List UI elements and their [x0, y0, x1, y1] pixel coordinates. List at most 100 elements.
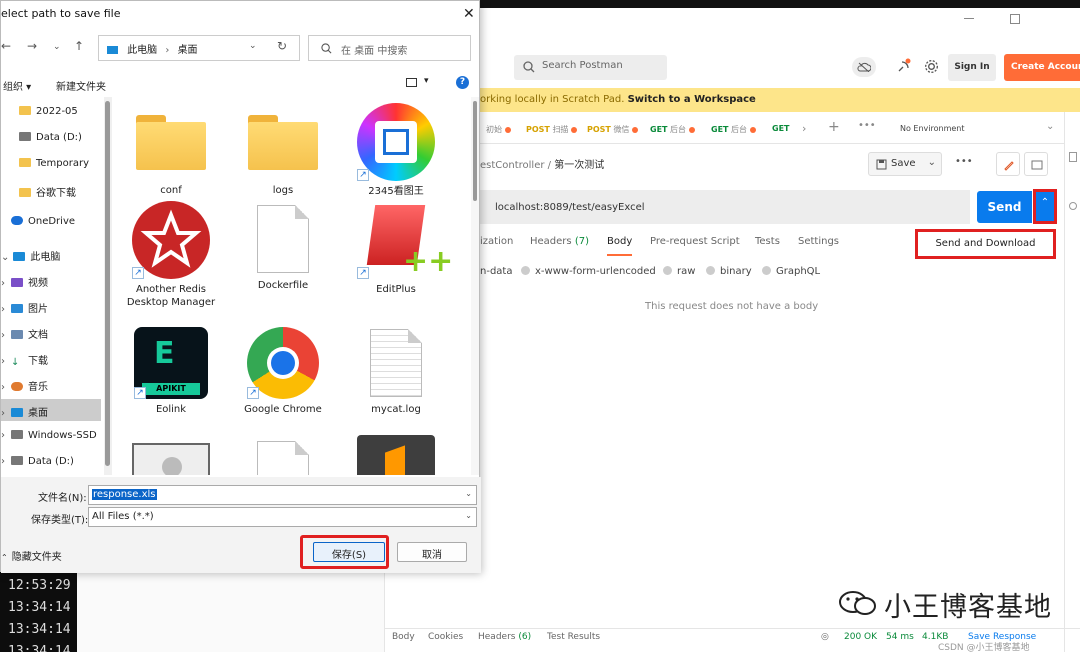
satellite-icon[interactable]: [896, 58, 912, 74]
sidebar-item-temporary[interactable]: Temporary: [1, 153, 101, 175]
gear-icon[interactable]: [924, 59, 939, 74]
request-tab[interactable]: GET: [772, 124, 790, 133]
navigation-scrollbar-thumb[interactable]: [105, 101, 110, 466]
file-item-conf[interactable]: conf: [116, 115, 226, 197]
request-tab[interactable]: GET 后台: [711, 124, 757, 135]
sidebar-item-downloads[interactable]: › ↓ 下载: [1, 347, 101, 369]
new-tab-icon[interactable]: +: [828, 119, 840, 135]
documentation-icon[interactable]: [1069, 152, 1077, 162]
info-icon[interactable]: [1069, 202, 1077, 210]
chevron-down-icon[interactable]: ▾: [424, 76, 429, 86]
file-item-dockerfile[interactable]: Dockerfile: [228, 205, 338, 292]
organize-menu[interactable]: 组织 ▾: [3, 78, 31, 93]
address-bar[interactable]: 此电脑 › 桌面 ⌄ ↻: [98, 35, 300, 61]
tab-pre-request-script[interactable]: Pre-request Script: [650, 236, 740, 247]
chevron-down-icon[interactable]: ⌄: [249, 41, 257, 51]
sidebar-item-2022-05[interactable]: 2022-05: [1, 101, 101, 123]
send-options-chevron-icon[interactable]: ⌃: [1033, 189, 1057, 224]
sidebar-item-documents[interactable]: › 文档: [1, 321, 101, 343]
response-tab-test-results[interactable]: Test Results: [547, 632, 600, 642]
url-input[interactable]: localhost:8089/test/easyExcel: [480, 190, 970, 224]
request-tab[interactable]: POST 微信: [587, 124, 639, 135]
create-account-button[interactable]: Create Account: [1004, 54, 1080, 81]
sidebar-item-windows-ssd[interactable]: › Windows-SSD: [1, 425, 101, 447]
file-item-settings-app[interactable]: [116, 443, 226, 475]
breadcrumb-collection[interactable]: estController: [480, 160, 544, 171]
sign-in-button[interactable]: Sign In: [948, 54, 996, 81]
sidebar-item-videos[interactable]: › 视频: [1, 269, 101, 291]
hide-folders-toggle[interactable]: ⌃ 隐藏文件夹: [1, 548, 62, 563]
environment-select[interactable]: No Environment: [900, 124, 965, 133]
folder-icon: [19, 188, 31, 197]
tab-tests[interactable]: Tests: [755, 236, 780, 247]
sidebar-item-desktop[interactable]: › 桌面: [1, 399, 101, 421]
new-folder-button[interactable]: 新建文件夹: [56, 78, 106, 93]
request-tab[interactable]: GET 后台: [650, 124, 696, 135]
tab-settings[interactable]: Settings: [798, 236, 839, 247]
file-item-2345-viewer[interactable]: ↗ 2345看图王: [341, 103, 451, 198]
tab-authorization[interactable]: ization: [480, 236, 513, 247]
globe-icon[interactable]: ◎: [821, 632, 829, 642]
chevron-down-icon[interactable]: ⌄: [465, 489, 472, 498]
body-option-urlencoded[interactable]: x-www-form-urlencoded: [521, 266, 656, 277]
breadcrumb-segment[interactable]: 桌面: [178, 45, 198, 56]
file-item-logs[interactable]: logs: [228, 115, 338, 197]
more-options-icon[interactable]: •••: [955, 156, 973, 167]
file-item-editplus[interactable]: ++ ↗ EditPlus: [341, 201, 453, 296]
save-request-button[interactable]: Save ⌄: [868, 152, 942, 176]
chevron-right-icon[interactable]: ›: [802, 122, 806, 135]
response-tab-cookies[interactable]: Cookies: [428, 632, 463, 642]
body-option-form-data[interactable]: n-data: [480, 266, 512, 277]
chevron-down-icon[interactable]: ⌄: [1046, 121, 1054, 132]
file-item-another-redis[interactable]: ↗ Another Redis Desktop Manager: [116, 201, 226, 309]
file-item-eolink[interactable]: E APIKIT ↗ Eolink: [116, 327, 226, 416]
sidebar-item-chrome-downloads[interactable]: 谷歌下载: [1, 179, 101, 201]
request-tab[interactable]: 初始: [486, 124, 511, 135]
chevron-down-icon[interactable]: ⌄: [465, 511, 472, 520]
back-arrow-icon[interactable]: ←: [1, 39, 11, 53]
cancel-button[interactable]: 取消: [397, 542, 467, 562]
switch-workspace-link[interactable]: Switch to a Workspace: [628, 94, 756, 105]
save-button[interactable]: 保存(S): [313, 542, 385, 562]
sidebar-item-pictures[interactable]: › 图片: [1, 295, 101, 317]
chevron-down-icon[interactable]: ⌄: [53, 42, 61, 52]
filetype-select[interactable]: All Files (*.*) ⌄: [88, 507, 477, 527]
body-option-binary[interactable]: binary: [706, 266, 752, 277]
edit-icon[interactable]: [996, 152, 1020, 176]
more-tabs-icon[interactable]: •••: [858, 120, 876, 131]
sidebar-item-data-d[interactable]: Data (D:): [1, 127, 101, 149]
file-grid-scrollbar-thumb[interactable]: [473, 101, 477, 201]
file-item-document[interactable]: [228, 441, 338, 475]
file-item-google-chrome[interactable]: ↗ Google Chrome: [228, 327, 338, 416]
sidebar-item-this-pc[interactable]: ⌄ 此电脑: [1, 243, 101, 265]
send-and-download-menu-item[interactable]: Send and Download: [915, 229, 1056, 259]
postman-search-input[interactable]: Search Postman: [514, 55, 667, 80]
up-arrow-icon[interactable]: ↑: [74, 39, 84, 53]
chevron-down-icon[interactable]: ⌄: [928, 157, 936, 168]
tab-headers[interactable]: Headers (7): [530, 236, 589, 247]
file-item-mycat-log[interactable]: mycat.log: [341, 329, 451, 416]
sidebar-item-music[interactable]: › 音乐: [1, 373, 101, 395]
comment-icon[interactable]: [1024, 152, 1048, 176]
response-tab-headers[interactable]: Headers (6): [478, 632, 531, 642]
sidebar-item-onedrive[interactable]: OneDrive: [1, 211, 101, 233]
forward-arrow-icon[interactable]: →: [27, 39, 37, 53]
filename-input[interactable]: response.xls ⌄: [88, 485, 477, 505]
help-icon[interactable]: ?: [456, 76, 469, 89]
folder-search-input[interactable]: 在 桌面 中搜索: [308, 35, 471, 61]
minimize-icon[interactable]: [964, 18, 974, 19]
response-tab-body[interactable]: Body: [392, 632, 415, 642]
file-item-sublime[interactable]: [341, 435, 451, 475]
maximize-icon[interactable]: [1010, 14, 1020, 24]
refresh-icon[interactable]: ↻: [277, 39, 287, 53]
close-icon[interactable]: ✕: [463, 6, 475, 22]
body-option-raw[interactable]: raw: [663, 266, 695, 277]
breadcrumb-segment[interactable]: 此电脑: [127, 45, 157, 56]
request-tab[interactable]: POST 扫描: [526, 124, 578, 135]
send-button[interactable]: Send: [977, 191, 1032, 223]
tab-body[interactable]: Body: [607, 236, 632, 247]
cloud-sync-icon[interactable]: [852, 57, 876, 77]
view-mode-icon[interactable]: [406, 78, 417, 87]
sidebar-item-data-d-2[interactable]: › Data (D:): [1, 451, 101, 473]
body-option-graphql[interactable]: GraphQL: [762, 266, 820, 277]
